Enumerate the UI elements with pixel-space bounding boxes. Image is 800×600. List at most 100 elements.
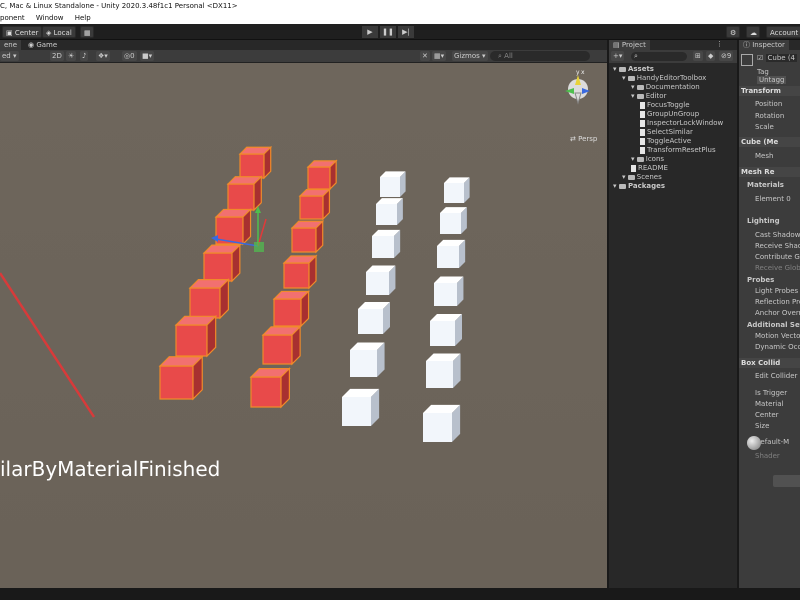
tools-button[interactable]: ✕ xyxy=(420,51,430,61)
play-button[interactable]: ▶ xyxy=(362,26,378,38)
tree-item[interactable]: SelectSimilar xyxy=(609,128,737,137)
hidden-packages-button[interactable]: ⊘9 xyxy=(719,51,734,61)
red-cube[interactable] xyxy=(202,243,242,283)
inspector-field[interactable]: Material xyxy=(739,399,800,409)
panel-menu-icon[interactable]: ⋮ xyxy=(716,40,723,48)
scene-search-input[interactable]: ⌕ All xyxy=(490,51,590,61)
tree-item[interactable]: ▾ Packages xyxy=(609,182,737,191)
red-cube[interactable] xyxy=(158,355,204,401)
camera-settings[interactable]: ■▾ xyxy=(140,51,155,61)
inspector-field[interactable]: Anchor Overri xyxy=(739,308,800,318)
component-header[interactable]: Transform xyxy=(739,86,800,96)
pivot-center-button[interactable]: ▣ Center xyxy=(2,26,43,38)
tree-item[interactable]: FocusToggle xyxy=(609,101,737,110)
inspector-field[interactable]: Dynamic Occl xyxy=(739,342,800,352)
tree-item[interactable]: ▾ Scenes xyxy=(609,173,737,182)
inspector-field[interactable]: Motion Vector xyxy=(739,331,800,341)
filter-type-button[interactable]: ⊞ xyxy=(693,51,703,61)
white-cube[interactable] xyxy=(376,198,403,225)
collab-button[interactable]: ⚙ xyxy=(726,26,740,38)
red-cube[interactable] xyxy=(249,367,291,409)
red-cube[interactable] xyxy=(290,219,325,254)
red-cube[interactable] xyxy=(238,145,273,180)
menu-help[interactable]: Help xyxy=(75,14,91,22)
inspector-field[interactable]: Center xyxy=(739,410,800,420)
tools-dropdown[interactable]: ▦▾ xyxy=(432,51,447,61)
red-cube[interactable] xyxy=(298,188,331,221)
2d-toggle[interactable]: 2D xyxy=(50,51,64,61)
scene-viewport[interactable]: y x ⇄ Persp ilarByMaterialFinished xyxy=(0,63,607,588)
white-cube[interactable] xyxy=(350,342,385,377)
inspector-field[interactable]: Cast Shadows xyxy=(739,230,800,240)
add-component-button[interactable] xyxy=(773,475,800,487)
create-dropdown[interactable]: +▾ xyxy=(611,51,625,61)
inspector-field[interactable]: Size xyxy=(739,421,800,431)
tree-item[interactable]: ▾ Documentation xyxy=(609,83,737,92)
perspective-label[interactable]: ⇄ Persp xyxy=(570,135,597,143)
tree-item[interactable]: ToggleActive xyxy=(609,137,737,146)
tab-scene[interactable]: ene xyxy=(0,40,22,50)
white-cube[interactable] xyxy=(342,388,380,426)
hidden-objects-toggle[interactable]: ◎0 xyxy=(122,51,137,61)
tree-item[interactable]: TransformResetPlus xyxy=(609,146,737,155)
account-button[interactable]: Account xyxy=(766,26,800,38)
white-cube[interactable] xyxy=(440,207,467,234)
project-search-input[interactable]: ⌕ xyxy=(631,52,687,61)
tab-project[interactable]: ▤ Project xyxy=(609,40,650,50)
inspector-field[interactable]: Receive Shad xyxy=(739,241,800,251)
inspector-field[interactable]: Contribute Glo xyxy=(739,252,800,262)
audio-toggle[interactable]: ♪ xyxy=(80,51,89,61)
white-cube[interactable] xyxy=(423,404,461,442)
red-cube[interactable] xyxy=(272,289,311,328)
object-name-field[interactable]: Cube (4 xyxy=(765,54,797,62)
white-cube[interactable] xyxy=(366,265,396,295)
filter-label-button[interactable]: ◆ xyxy=(706,51,716,61)
chevron-icon[interactable]: ▾ xyxy=(631,155,637,163)
component-header[interactable]: Cube (Me xyxy=(739,137,800,147)
menu-window[interactable]: Window xyxy=(36,14,64,22)
red-cube[interactable] xyxy=(214,207,253,246)
pause-button[interactable]: ❚❚ xyxy=(380,26,396,38)
white-cube[interactable] xyxy=(434,276,464,306)
menu-component[interactable]: ponent xyxy=(0,14,25,22)
tree-item[interactable]: InspectorLockWindow xyxy=(609,119,737,128)
inspector-field[interactable]: Rotation xyxy=(739,111,800,121)
inspector-field[interactable]: Edit Collider xyxy=(739,371,800,381)
tab-game[interactable]: ◉ Game xyxy=(24,40,61,50)
component-header[interactable]: Mesh Re xyxy=(739,167,800,177)
gizmos-dropdown[interactable]: Gizmos ▾ xyxy=(452,51,488,61)
inspector-field[interactable]: Shader xyxy=(739,451,800,461)
inspector-field[interactable]: Element 0 xyxy=(739,194,800,204)
white-cube[interactable] xyxy=(426,353,461,388)
inspector-field[interactable]: Position xyxy=(739,99,800,109)
chevron-icon[interactable]: ▾ xyxy=(622,74,628,82)
shading-mode-dropdown[interactable]: ed ▾ xyxy=(0,51,19,61)
inspector-field[interactable]: Light Probes xyxy=(739,286,800,296)
tree-item[interactable]: ▾ Assets xyxy=(609,65,737,74)
cloud-button[interactable]: ☁ xyxy=(746,26,760,38)
tag-dropdown[interactable]: Untagg xyxy=(757,76,787,84)
chevron-icon[interactable]: ▾ xyxy=(631,92,637,100)
tree-item[interactable]: ▾ Icons xyxy=(609,155,737,164)
white-cube[interactable] xyxy=(437,239,466,268)
lighting-toggle[interactable]: ☀ xyxy=(66,51,77,61)
red-cube[interactable] xyxy=(188,278,230,320)
inspector-field[interactable]: Probes xyxy=(739,275,800,285)
inspector-field[interactable]: Receive Glob xyxy=(739,263,800,273)
inspector-field[interactable]: Is Trigger xyxy=(739,388,800,398)
inspector-field[interactable]: Mesh xyxy=(739,151,800,161)
red-cube[interactable] xyxy=(282,254,318,290)
step-button[interactable]: ▶| xyxy=(398,26,414,38)
chevron-icon[interactable]: ▾ xyxy=(622,173,628,181)
red-cube[interactable] xyxy=(174,314,218,358)
inspector-field[interactable]: Reflection Pro xyxy=(739,297,800,307)
effects-dropdown[interactable]: ❖▾ xyxy=(96,51,110,61)
white-cube[interactable] xyxy=(372,229,401,258)
orientation-gizmo[interactable]: y x xyxy=(565,69,590,105)
red-cube[interactable] xyxy=(306,159,338,191)
white-cube[interactable] xyxy=(444,177,470,203)
component-header[interactable]: Box Collid xyxy=(739,358,800,368)
tree-item[interactable]: README xyxy=(609,164,737,173)
white-cube[interactable] xyxy=(380,171,406,197)
pivot-local-button[interactable]: ◈ Local xyxy=(42,26,76,38)
